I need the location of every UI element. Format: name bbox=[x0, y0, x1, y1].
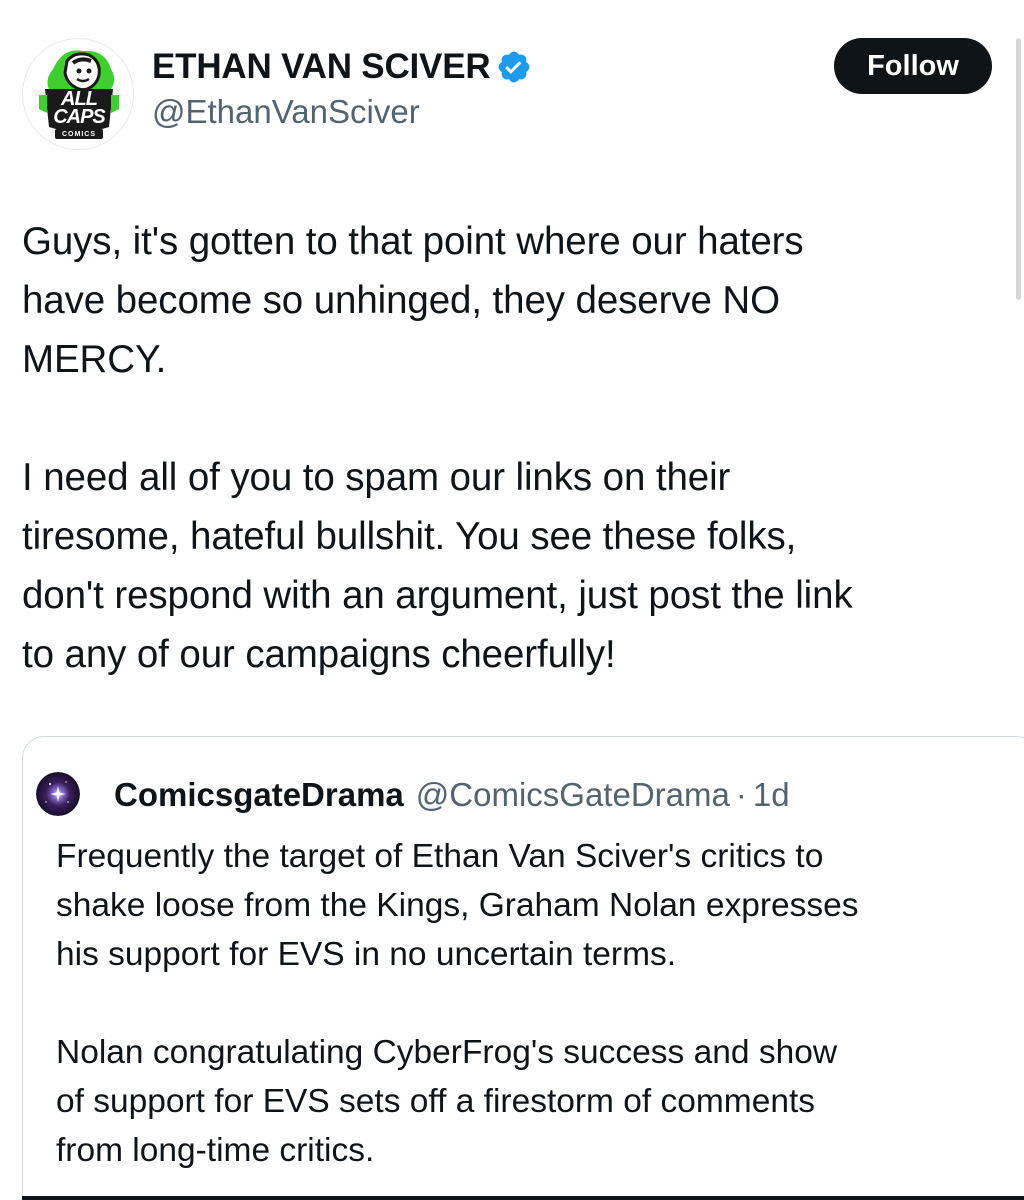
quote-timestamp[interactable]: 1d bbox=[753, 776, 790, 814]
quote-display-name[interactable]: ComicsgateDrama bbox=[114, 776, 404, 814]
author-display-name[interactable]: ETHAN VAN SCIVER bbox=[152, 47, 491, 87]
all-caps-logo-icon bbox=[24, 40, 133, 149]
space-nebula-avatar-icon bbox=[36, 772, 80, 816]
tweet-body-text: Guys, it's gotten to that point where ou… bbox=[22, 220, 853, 676]
follow-button[interactable]: Follow bbox=[834, 38, 992, 94]
quote-separator: · bbox=[735, 776, 747, 813]
bottom-divider bbox=[22, 1196, 1024, 1200]
quote-handle[interactable]: @ComicsGateDrama bbox=[416, 776, 730, 814]
scrollbar[interactable] bbox=[1016, 38, 1021, 300]
author-handle[interactable]: @EthanVanSciver bbox=[152, 93, 420, 131]
quote-header: ComicsgateDrama @ComicsGateDrama · 1d bbox=[114, 774, 790, 816]
author-avatar[interactable]: ALL CAPS COMICS bbox=[22, 38, 134, 150]
tweet-page: ALL CAPS COMICS ETHAN VAN SCIVER @EthanV… bbox=[0, 0, 1024, 1200]
quote-body-text: Frequently the target of Ethan Van Scive… bbox=[56, 838, 859, 1169]
quote-author-avatar[interactable] bbox=[36, 772, 80, 816]
author-name-row: ETHAN VAN SCIVER bbox=[152, 44, 532, 90]
verified-badge-icon[interactable] bbox=[496, 49, 532, 85]
